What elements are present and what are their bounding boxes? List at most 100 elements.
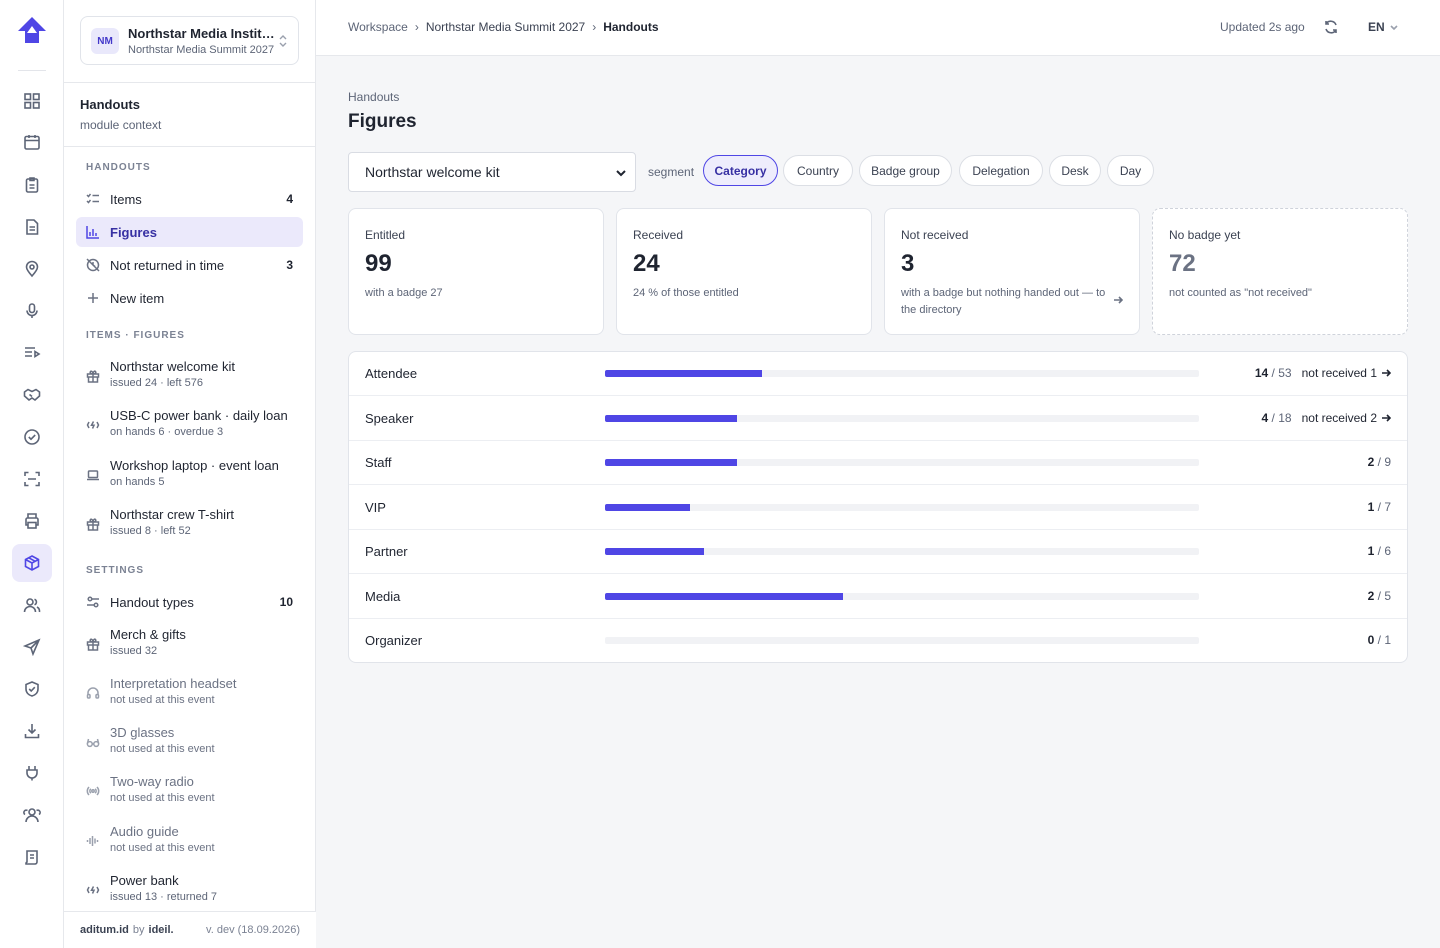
rail-button-agenda[interactable] (12, 334, 52, 372)
refresh-button[interactable] (1323, 19, 1341, 37)
item-select[interactable]: Northstar welcome kit (348, 152, 636, 192)
nav-item-items[interactable]: Items 4 (76, 184, 303, 214)
battery-icon (86, 421, 100, 429)
segment-category[interactable]: Category (703, 155, 778, 186)
handout-type-item[interactable]: Merch & gifts issued 32 (76, 624, 303, 664)
clipboard-icon (25, 177, 39, 193)
rail-button-microphone[interactable] (12, 292, 52, 330)
item-name: Two-way radio (110, 774, 194, 789)
radio-icon (86, 786, 100, 796)
handout-type-item[interactable]: Audio guide not used at this event (76, 821, 303, 861)
handout-item[interactable]: USB-C power bank · daily loan on hands 6 … (76, 405, 303, 445)
not-received-link[interactable]: not received 1 (1302, 366, 1377, 380)
nav-item-handout-types[interactable]: Handout types 10 (76, 587, 303, 617)
count-separator: / (1374, 588, 1385, 603)
stat-card-not-received[interactable]: Not received 3 with a badge but nothing ha… (884, 208, 1140, 335)
rail-button-handshake[interactable] (12, 376, 52, 414)
handout-type-item[interactable]: Two-way radio not used at this event (76, 771, 303, 811)
rail-button-log[interactable] (12, 838, 52, 876)
stat-note: with a badge 27 (365, 287, 443, 299)
stat-value: 72 (1169, 250, 1196, 277)
row-stat: 2 / 5 (1368, 589, 1391, 603)
progress-fill (605, 414, 737, 422)
app-version: v. dev (18.09.2026) (206, 924, 300, 936)
not-received-count: 2 (1370, 410, 1377, 425)
handout-item[interactable]: Northstar welcome kit issued 24 · left 57… (76, 356, 303, 396)
rail-button-plug[interactable] (12, 754, 52, 792)
item-name: Merch & gifts (110, 627, 186, 642)
not-received-link[interactable]: not received 2 (1302, 411, 1377, 425)
not-received-label: not received (1301, 366, 1367, 380)
rail-button-calendar[interactable] (12, 123, 52, 161)
rail-button-map-pin[interactable] (12, 250, 52, 288)
not-received-label: not received (1301, 410, 1367, 425)
handout-type-item[interactable]: Interpretation headset not used at this e… (76, 673, 303, 713)
log-icon (25, 850, 38, 865)
rail-button-check-circle[interactable] (12, 418, 52, 456)
language-switcher[interactable]: EN (1368, 20, 1399, 34)
nav-item-figures[interactable]: Figures (76, 217, 303, 247)
rail-button-box[interactable] (12, 544, 52, 582)
category-name: Organizer (365, 633, 423, 648)
battery-icon (86, 886, 100, 894)
segment-badge-group[interactable]: Badge group (859, 155, 952, 186)
segment-day[interactable]: Day (1107, 155, 1154, 186)
breadcrumb-event[interactable]: Northstar Media Summit 2027 (426, 20, 585, 34)
nav-item-count: 3 (286, 258, 293, 272)
organization-switcher[interactable]: NM Northstar Media Institute Northstar M… (80, 16, 299, 65)
rail-button-download[interactable] (12, 712, 52, 750)
count-separator: / (1374, 544, 1385, 558)
rail-button-users[interactable] (12, 586, 52, 624)
rail-button-send[interactable] (12, 628, 52, 666)
total-count: 7 (1384, 499, 1391, 514)
stat-note: 24 % of those entitled (633, 287, 739, 299)
rail-button-clipboard[interactable] (12, 166, 52, 204)
count-separator: / (1268, 410, 1279, 425)
total-count: 5 (1384, 588, 1391, 603)
arrow-right-icon (1114, 296, 1123, 304)
breakdown-row-media: Media 2 / 5 (349, 575, 1407, 619)
rail-button-document[interactable] (12, 208, 52, 246)
breadcrumb-workspace[interactable]: Workspace (348, 20, 408, 34)
progress-track (605, 370, 1199, 377)
progress-fill (605, 459, 737, 466)
progress-track (605, 637, 1199, 644)
count-separator: / (1374, 455, 1385, 469)
rail-button-shield[interactable] (12, 670, 52, 708)
nav-item-not-returned[interactable]: Not returned in time 3 (76, 250, 303, 280)
breadcrumb-separator: › (414, 20, 419, 34)
stat-note: not counted as "not received" (1169, 287, 1312, 299)
arrow-right-icon[interactable] (1381, 368, 1391, 378)
row-stat: 14 / 53 not received 1 (1255, 366, 1391, 380)
segment-desk[interactable]: Desk (1049, 155, 1101, 186)
brand-maker[interactable]: ideil. (149, 924, 174, 936)
total-count: 18 (1278, 410, 1292, 425)
rail-button-team[interactable] (12, 796, 52, 834)
box-icon (24, 555, 40, 571)
progress-fill (605, 592, 843, 600)
handout-type-item[interactable]: 3D glasses not used at this event (76, 722, 303, 762)
total-count: 53 (1278, 366, 1292, 380)
stat-label: No badge yet (1169, 228, 1241, 242)
handout-item[interactable]: Workshop laptop · event loan on hands 5 (76, 455, 303, 495)
send-icon (23, 638, 41, 656)
segment-delegation[interactable]: Delegation (959, 155, 1043, 186)
rail-button-dashboard[interactable] (12, 82, 52, 120)
printer-icon (25, 513, 39, 529)
progress-track (605, 592, 1199, 600)
item-name: Workshop laptop · event loan (110, 458, 279, 473)
arrow-right-icon[interactable] (1381, 413, 1391, 423)
rail-button-printer[interactable] (12, 502, 52, 540)
handout-item[interactable]: Northstar crew T-shirt issued 8 · left 52 (76, 504, 303, 544)
plus-icon (88, 293, 98, 303)
handout-type-item[interactable]: Power bank issued 13 · returned 7 (76, 870, 303, 910)
item-meta: issued 13 · returned 7 (110, 891, 218, 903)
module-subtitle: module context (80, 118, 162, 132)
page-title: Figures (348, 111, 417, 132)
segment-country[interactable]: Country (783, 155, 853, 186)
top-bar: Workspace › Northstar Media Summit 2027 … (316, 0, 1440, 56)
rail-button-scan[interactable] (12, 460, 52, 498)
progress-track (605, 503, 1199, 511)
nav-item-new-item[interactable]: New item (76, 283, 303, 313)
aditum-logo-icon[interactable] (16, 15, 48, 45)
